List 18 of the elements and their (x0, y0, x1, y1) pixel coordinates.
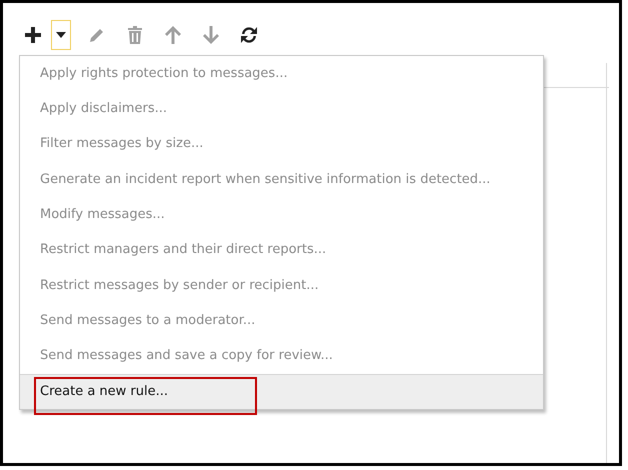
trash-icon (127, 26, 143, 44)
menu-item[interactable]: Modify messages... (20, 197, 543, 232)
menu-item[interactable]: Apply disclaimers... (20, 91, 543, 127)
menu-item[interactable]: Restrict managers and their direct reports... (20, 232, 543, 268)
menu-item[interactable]: Create a new rule... (20, 374, 543, 409)
menu-item[interactable]: Filter messages by size... (20, 126, 543, 162)
refresh-icon (239, 26, 259, 44)
dropdown-button[interactable] (51, 20, 71, 50)
menu-item[interactable]: Restrict messages by sender or recipient... (20, 268, 543, 304)
menu-item[interactable]: Send messages and save a copy for review... (20, 338, 543, 374)
menu-item[interactable]: Generate an incident report when sensitive information is detected... (20, 162, 543, 198)
menu-item[interactable]: Send messages to a moderator... (20, 303, 543, 338)
pencil-icon (88, 26, 106, 44)
caret-icon (56, 32, 66, 38)
down-arrow-icon (203, 26, 219, 44)
up-arrow-icon (165, 26, 181, 44)
menu-item[interactable]: Apply rights protection to messages... (20, 56, 543, 92)
plus-icon (23, 25, 43, 45)
